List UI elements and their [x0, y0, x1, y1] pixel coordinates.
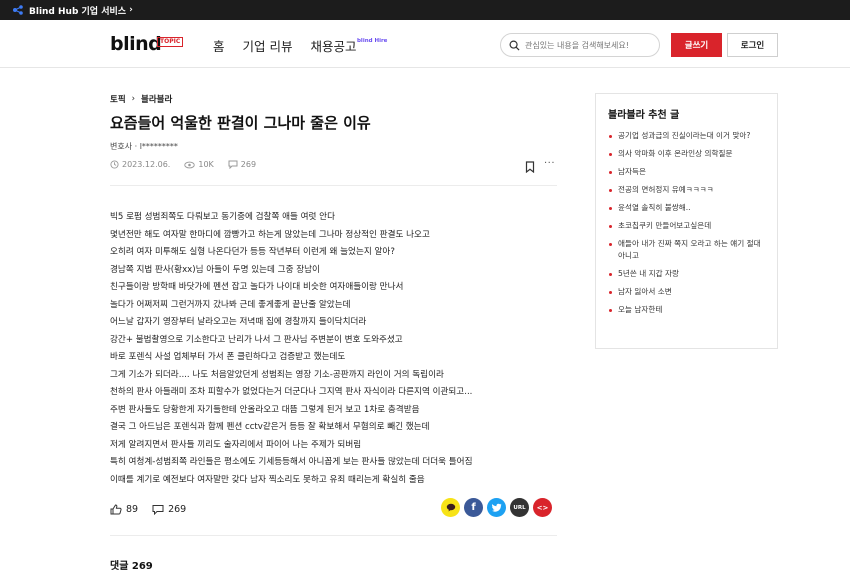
- post-line: 놀다가 어쩌저찌 그런거까지 갔나봐 근데 좋게좋게 끝난줄 알았는데: [110, 299, 351, 310]
- like-button[interactable]: 89: [110, 504, 138, 515]
- post-line: 천하의 판사 아들래미 조차 피할수가 없었다는거 더군다나 그지역 판사 자식…: [110, 387, 473, 397]
- kakao-share-button[interactable]: [441, 498, 460, 517]
- bookmark-icon[interactable]: [525, 161, 535, 173]
- post-views-text: 10K: [198, 160, 214, 169]
- twitter-icon: [491, 503, 501, 512]
- post-line: 친구들이랑 방학때 바닷가에 펜션 잡고 놀다가 나이대 비슷한 여자애들이랑 …: [110, 282, 404, 292]
- embed-share-button[interactable]: <>: [533, 498, 552, 517]
- nav-home[interactable]: 홈: [213, 36, 225, 55]
- hub-icon: [13, 5, 23, 15]
- post-title: 요즘들어 억울한 판결이 그나마 줄은 이유: [110, 114, 371, 132]
- write-button[interactable]: 글쓰기: [671, 33, 722, 57]
- recommended-item[interactable]: 5년쓴 내 지갑 자랑: [608, 268, 765, 280]
- blind-hub-bar[interactable]: Blind Hub 기업 서비스 ›: [0, 0, 850, 20]
- post-line: 이때를 계기로 예전보다 여자말만 갖다 남자 찍소리도 못하고 유죄 때리는게…: [110, 474, 425, 485]
- main-nav: 홈 기업 리뷰 채용공고: [213, 36, 375, 55]
- recommended-item[interactable]: 남자 잃아서 소변: [608, 286, 765, 298]
- recommended-list: 공기업 성과급의 진실이라는대 이거 맞아? 의사 악마화 이후 온라인상 의학…: [608, 130, 765, 316]
- chevron-right-icon: ›: [131, 94, 136, 104]
- post-line: 특히 여청계-성범죄쪽 라인들은 평소에도 기세등등해서 아니꼽게 보는 판사들…: [110, 457, 473, 467]
- facebook-share-button[interactable]: f: [464, 498, 483, 517]
- site-header: blind TOPIC 홈 기업 리뷰 채용공고 blind Hire 글쓰기 …: [0, 20, 850, 68]
- nav-company-review[interactable]: 기업 리뷰: [243, 36, 293, 55]
- clock-icon: [110, 160, 119, 169]
- post-line: 바로 포렌식 사설 업체부터 가서 폰 클린하다고 검증받고 했는데도: [110, 352, 346, 362]
- topic-badge: TOPIC: [157, 37, 184, 47]
- recommended-title: 블라블라 추천 글: [608, 110, 680, 121]
- link-icon: URL: [513, 504, 526, 511]
- breadcrumb-blabla[interactable]: 블라블라: [141, 93, 172, 105]
- share-buttons: f URL <>: [441, 498, 552, 517]
- more-options-icon[interactable]: ···: [544, 158, 555, 169]
- kakao-icon: [446, 503, 455, 512]
- blind-hire-badge: blind Hire: [357, 38, 388, 44]
- post-line: 저게 알려지면서 판사들 끼리도 술자리에서 파이어 나는 주제가 되버림: [110, 439, 362, 450]
- breadcrumb: 토픽 › 블라블라: [110, 93, 172, 105]
- divider: [110, 185, 557, 186]
- post-line: 경남쪽 지법 판사(황xx)님 아들이 두명 있는데 그중 장남이: [110, 264, 320, 275]
- post-line: 결국 그 아드님은 포렌식과 함께 펜션 cctv같은거 등등 잘 확보해서 무…: [110, 422, 430, 432]
- recommended-item[interactable]: 남자득은: [608, 166, 765, 178]
- comment-icon: [152, 505, 164, 515]
- comment-icon: [228, 160, 238, 169]
- recommended-posts: 블라블라 추천 글 공기업 성과급의 진실이라는대 이거 맞아? 의사 악마화 …: [595, 93, 778, 349]
- url-share-button[interactable]: URL: [510, 498, 529, 517]
- post-meta: 2023.12.06. 10K 269: [110, 160, 270, 169]
- breadcrumb-topic[interactable]: 토픽: [110, 93, 126, 105]
- twitter-share-button[interactable]: [487, 498, 506, 517]
- comment-button[interactable]: 269: [152, 504, 186, 515]
- post-line: 오히려 여자 미투해도 실형 나온다던가 등등 작년부터 이런게 왜 늘었는지 …: [110, 247, 395, 257]
- divider: [110, 535, 557, 536]
- recommended-item[interactable]: 전공의 면허정지 유예ㅋㅋㅋㅋ: [608, 184, 765, 196]
- thumbs-up-icon: [110, 504, 122, 515]
- recommended-item[interactable]: 공기업 성과급의 진실이라는대 이거 맞아?: [608, 130, 765, 142]
- post-date: 2023.12.06.: [110, 160, 170, 169]
- post-line: 강간+ 불법촬영으로 기소한다고 난리가 나서 그 판사님 주변분이 변호 도와…: [110, 334, 403, 345]
- post-date-text: 2023.12.06.: [122, 160, 171, 169]
- nav-jobs[interactable]: 채용공고: [311, 36, 357, 55]
- recommended-item[interactable]: 의사 악마화 이후 온라인상 의학질문: [608, 148, 765, 160]
- post-line: 주변 판사들도 당황한게 자기들한테 안올라오고 대뜸 그렇게 된거 보고 1차…: [110, 404, 420, 415]
- login-button[interactable]: 로그인: [727, 33, 778, 57]
- post-author: 변호사 · l*********: [110, 142, 178, 151]
- post-comments-count: 269: [240, 160, 257, 169]
- post-views: 10K: [184, 160, 214, 169]
- chevron-right-icon: ›: [129, 5, 133, 15]
- post-line: 빅5 로펌 성범죄쪽도 다뤄보고 동기중에 검찰쪽 애들 여럿 안다: [110, 212, 335, 222]
- recommended-item[interactable]: 애들아 내가 진짜 쪽지 오라고 하는 얘기 절대 아니고: [608, 238, 765, 262]
- like-count: 89: [126, 504, 139, 515]
- search-box[interactable]: [500, 33, 660, 57]
- eye-icon: [184, 161, 196, 168]
- reactions: 89 269: [110, 504, 200, 515]
- search-icon: [509, 40, 520, 51]
- post-line: 몇년전만 해도 여자말 한마디에 깜빵가고 하는게 많았는데 그나마 정상적인 …: [110, 229, 430, 240]
- post-line: 그게 기소가 되더라.... 나도 처음알았던게 성범죄는 영장 기소-공판까지…: [110, 369, 444, 380]
- code-icon: <>: [536, 503, 549, 512]
- search-input[interactable]: [525, 40, 655, 50]
- post-body: 빅5 로펌 성범죄쪽도 다뤄보고 동기중에 검찰쪽 애들 여럿 안다 몇년전만 …: [110, 209, 560, 489]
- recommended-item[interactable]: 초코칩쿠키 만들어보고싶은데: [608, 220, 765, 232]
- facebook-icon: f: [471, 502, 476, 513]
- blind-hub-label: Blind Hub 기업 서비스: [29, 6, 127, 17]
- comments-header: 댓글 269: [110, 561, 153, 572]
- post-comments-meta: 269: [228, 160, 256, 169]
- post-line: 어느날 갑자기 영장부터 날라오고는 저녁때 집에 경찰까지 들이닥치더라: [110, 317, 367, 327]
- recommended-item[interactable]: 윤석열 솔직히 불쌍해..: [608, 202, 765, 214]
- blind-logo[interactable]: blind: [110, 33, 162, 55]
- recommended-item[interactable]: 오늘 남자한테: [608, 304, 765, 316]
- comment-count: 269: [168, 504, 187, 515]
